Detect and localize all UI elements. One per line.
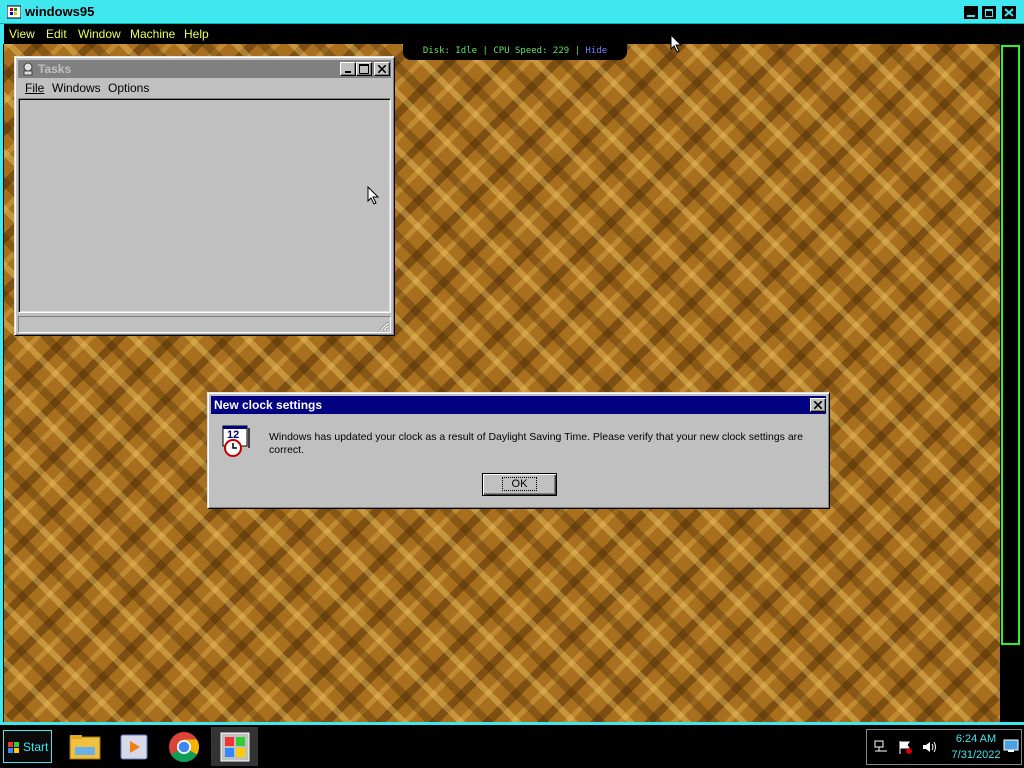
file-explorer-icon[interactable] [67,729,103,765]
windows-flag-icon [8,742,19,753]
network-icon[interactable] [873,739,889,755]
tasks-minimize-button[interactable] [340,62,356,76]
clock-date: 7/31/2022 [951,749,1001,761]
host-cursor-icon [670,34,682,53]
dialog-close-button[interactable] [810,398,826,412]
windows95-app-icon [220,732,250,762]
resize-grip-icon[interactable] [378,320,389,331]
tasks-close-button[interactable] [374,62,390,76]
windows95-logo-icon [7,5,21,19]
windows95-app-tab[interactable] [211,727,258,766]
dialog-message: Windows has updated your clock as a resu… [269,431,804,456]
tasks-maximize-button[interactable] [356,62,372,76]
volume-icon[interactable] [921,739,937,755]
cpu-speed: CPU Speed: 229 [493,46,570,56]
host-menu-bar: View Edit Window Machine Help [0,24,1024,44]
desktop-edge [3,44,4,722]
mouse-cursor-icon [367,186,379,205]
calendar-clock-icon: 12 [221,424,255,458]
dialog-title-bar[interactable]: New clock settings [211,396,826,414]
tasks-menu-file[interactable]: File [25,81,44,95]
show-desktop-icon[interactable] [1003,739,1019,753]
side-panel [1000,44,1020,724]
emulator-status-bar: Disk: Idle | CPU Speed: 229 | Hide [403,43,627,60]
tasks-app-icon [23,62,33,76]
ok-button[interactable]: OK [482,473,557,496]
hide-status-link[interactable]: Hide [585,46,607,56]
tasks-status-bar [18,316,391,333]
action-center-flag-icon[interactable] [897,739,913,755]
tasks-menu-options[interactable]: Options [108,81,149,95]
calendar-icon-text: 12 [227,429,240,441]
tasks-menu-windows[interactable]: Windows [52,81,101,95]
side-scrollbar[interactable] [1001,45,1020,645]
host-title-bar: windows95 [0,0,1024,24]
host-taskbar: Start 6:24 AM 7/31/2022 [0,725,1024,768]
start-label: Start [23,740,49,754]
dialog-title: New clock settings [214,398,323,412]
host-menu-view[interactable]: View [9,27,35,41]
clock-time: 6:24 AM [955,733,997,745]
tasks-window: Tasks File Windows Options [14,56,395,336]
tasks-list[interactable] [18,98,391,313]
start-button[interactable]: Start [3,730,52,763]
host-close-button[interactable] [1002,6,1016,19]
tasks-title-bar[interactable]: Tasks [18,60,391,78]
disk-status: Disk: Idle [422,46,478,56]
chrome-icon[interactable] [166,729,202,765]
media-player-icon[interactable] [116,729,152,765]
clock-settings-dialog: New clock settings 12 Windows has update… [207,392,830,509]
host-minimize-button[interactable] [964,6,978,19]
host-window-title: windows95 [25,4,95,19]
host-maximize-button[interactable] [982,6,996,19]
host-menu-window[interactable]: Window [78,27,121,41]
host-menu-help[interactable]: Help [184,27,209,41]
tasks-title: Tasks [38,62,72,76]
ok-button-label: OK [501,477,538,491]
taskbar-clock[interactable]: 6:24 AM 7/31/2022 [940,731,1012,763]
host-menu-edit[interactable]: Edit [46,27,67,41]
host-menu-machine[interactable]: Machine [130,27,175,41]
